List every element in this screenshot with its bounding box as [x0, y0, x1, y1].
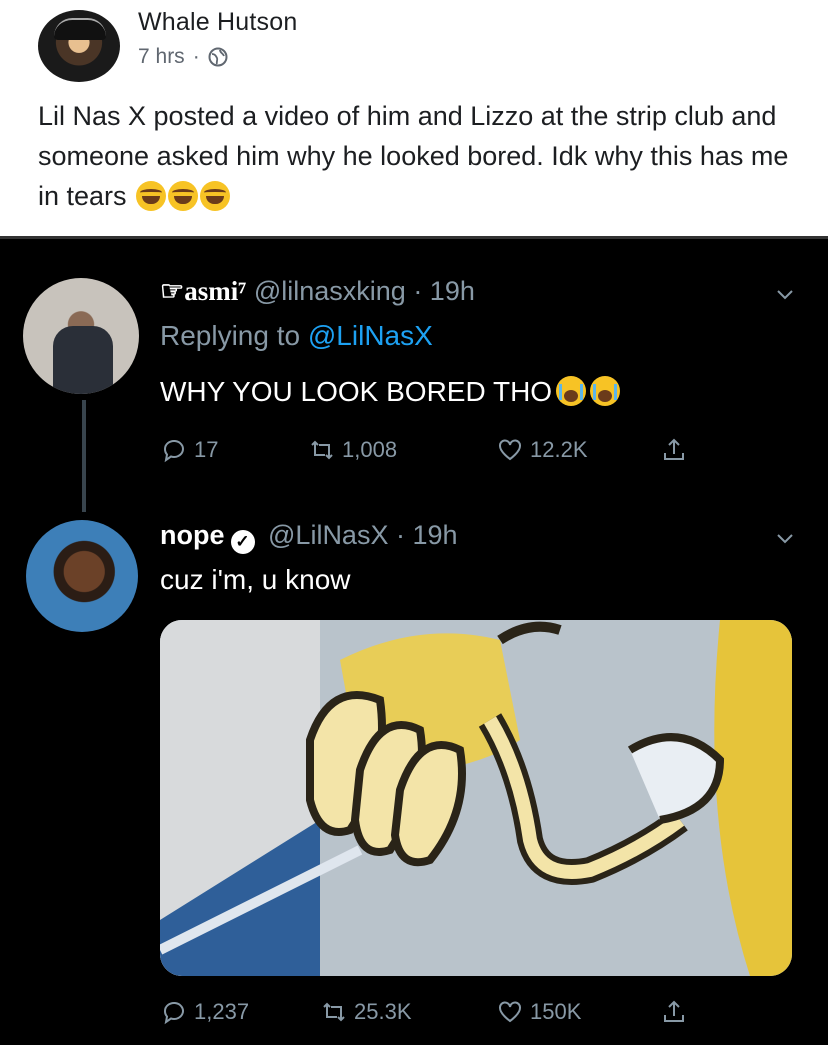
- share-icon: [664, 1000, 684, 1022]
- retweet-button[interactable]: 25.3K: [320, 998, 412, 1026]
- replying-label: Replying to: [160, 320, 301, 351]
- laughing-emoji-icon: [168, 181, 199, 211]
- laughing-emoji-icon: [200, 181, 231, 211]
- thread-line: [82, 400, 86, 512]
- facebook-post-text: Lil Nas X posted a video of him and Lizz…: [38, 96, 798, 216]
- replying-handle[interactable]: @LilNasX: [308, 320, 433, 351]
- retweet-button[interactable]: 1,008: [308, 436, 397, 464]
- facebook-post-time[interactable]: 7 hrs: [138, 45, 185, 69]
- like-icon: [499, 439, 521, 461]
- verified-badge-icon: ✓: [230, 530, 255, 554]
- cartoon-hand-image: [160, 620, 792, 976]
- share-button[interactable]: [660, 998, 688, 1026]
- like-button[interactable]: 150K: [496, 998, 581, 1026]
- tweet2-actions: 1,237 25.3K 150K: [160, 998, 720, 1030]
- tweet2-display-name[interactable]: nope: [160, 520, 225, 550]
- tweet1-avatar[interactable]: [23, 278, 139, 394]
- tweet1-header: ☞asmi⁷ @lilnasxking · 19h: [160, 276, 475, 307]
- tweet1-text: WHY YOU LOOK BORED THO: [160, 376, 621, 408]
- reply-count: 1,237: [194, 999, 250, 1024]
- share-icon: [664, 438, 684, 460]
- tweet1-body: WHY YOU LOOK BORED THO: [160, 376, 553, 407]
- reply-count: 17: [194, 437, 219, 462]
- section-divider: [0, 236, 828, 239]
- tweet1-time[interactable]: · 19h: [413, 276, 475, 306]
- facebook-author-name[interactable]: Whale Hutson: [138, 8, 297, 37]
- like-count: 150K: [530, 999, 582, 1024]
- tweet1-replying-to: Replying to @LilNasX: [160, 320, 433, 352]
- tweet2-handle[interactable]: @LilNasX: [268, 520, 388, 550]
- tweet2-header: nope ✓ @LilNasX · 19h: [160, 520, 458, 554]
- retweet-icon: [311, 440, 333, 460]
- like-button[interactable]: 12.2K: [496, 436, 588, 464]
- facebook-avatar[interactable]: [38, 10, 120, 82]
- tweet2-text: cuz i'm, u know: [160, 564, 351, 595]
- like-icon: [499, 1001, 521, 1023]
- reply-icon: [163, 1001, 184, 1025]
- retweet-count: 1,008: [342, 437, 398, 462]
- reply-button[interactable]: 1,237: [160, 998, 249, 1026]
- meta-separator: ·: [192, 45, 200, 68]
- facebook-post: Whale Hutson 7 hrs · Lil Nas X posted a …: [0, 0, 828, 236]
- share-button[interactable]: [660, 436, 688, 464]
- chevron-down-icon[interactable]: [776, 286, 794, 304]
- like-count: 12.2K: [530, 437, 588, 462]
- laughing-emoji-icon: [136, 181, 167, 211]
- retweet-icon: [323, 1002, 345, 1022]
- chevron-down-icon[interactable]: [776, 530, 794, 548]
- globe-icon: [208, 47, 228, 67]
- tweet1-display-name[interactable]: ☞asmi⁷: [160, 276, 246, 306]
- reply-icon: [163, 439, 184, 463]
- crying-emoji-icon: [556, 376, 587, 406]
- reply-button[interactable]: 17: [160, 436, 218, 464]
- tweet2-time[interactable]: · 19h: [396, 520, 458, 550]
- tweet1-handle[interactable]: @lilnasxking: [254, 276, 406, 306]
- retweet-count: 25.3K: [354, 999, 412, 1024]
- crying-emoji-icon: [590, 376, 621, 406]
- facebook-post-meta: 7 hrs ·: [138, 45, 228, 69]
- tweet2-media-image[interactable]: [160, 620, 792, 976]
- tweet2-avatar[interactable]: [26, 520, 138, 632]
- tweet1-actions: 17 1,008 12.2K: [160, 436, 720, 468]
